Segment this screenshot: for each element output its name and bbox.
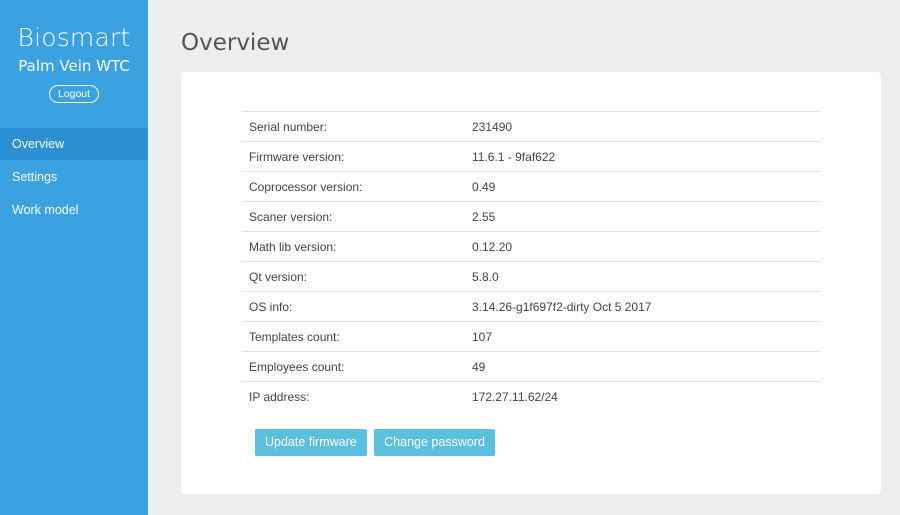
- row-value: 231490: [472, 111, 821, 142]
- table-row: Math lib version: 0.12.20: [242, 231, 821, 262]
- info-table: Serial number: 231490 Firmware version: 11…: [242, 111, 821, 411]
- row-label: Serial number:: [242, 111, 472, 142]
- row-value: 5.8.0: [472, 261, 821, 292]
- sidebar-item-work-model[interactable]: Work model: [0, 194, 148, 226]
- row-label: Math lib version:: [242, 231, 472, 262]
- brand-name: Biosmart: [17, 23, 131, 52]
- row-value: 172.27.11.62/24: [472, 381, 821, 411]
- table-row: Serial number: 231490: [242, 111, 821, 142]
- row-label: IP address:: [242, 381, 472, 411]
- page-title: Overview: [181, 30, 290, 56]
- row-value: 0.49: [472, 171, 821, 202]
- sidebar-nav: Overview Settings Work model: [0, 128, 148, 226]
- device-name: Palm Vein WTC: [18, 57, 130, 75]
- table-row: IP address: 172.27.11.62/24: [242, 381, 821, 411]
- update-firmware-button[interactable]: Update firmware: [255, 429, 367, 456]
- action-buttons: Update firmware Change password: [255, 429, 498, 456]
- sidebar-item-overview[interactable]: Overview: [0, 128, 148, 160]
- sidebar-item-settings[interactable]: Settings: [0, 161, 148, 193]
- table-row: Employees count: 49: [242, 351, 821, 382]
- row-label: Firmware version:: [242, 141, 472, 172]
- row-label: OS info:: [242, 291, 472, 322]
- row-label: Coprocessor version:: [242, 171, 472, 202]
- row-value: 0.12.20: [472, 231, 821, 262]
- row-value: 11.6.1 - 9faf622: [472, 141, 821, 172]
- overview-card: Serial number: 231490 Firmware version: 11…: [181, 72, 881, 494]
- row-value: 49: [472, 351, 821, 382]
- row-value: 107: [472, 321, 821, 352]
- row-label: Scaner version:: [242, 201, 472, 232]
- table-row: Scaner version: 2.55: [242, 201, 821, 232]
- change-password-button[interactable]: Change password: [374, 429, 495, 456]
- row-label: Qt version:: [242, 261, 472, 292]
- table-row: Firmware version: 11.6.1 - 9faf622: [242, 141, 821, 172]
- table-row: OS info: 3.14.26-g1f697f2-dirty Oct 5 201…: [242, 291, 821, 322]
- sidebar: Biosmart Palm Vein WTC Logout Overview S…: [0, 0, 148, 515]
- table-row: Qt version: 5.8.0: [242, 261, 821, 292]
- row-value: 2.55: [472, 201, 821, 232]
- table-row: Coprocessor version: 0.49: [242, 171, 821, 202]
- table-row: Templates count: 107: [242, 321, 821, 352]
- row-value: 3.14.26-g1f697f2-dirty Oct 5 2017: [472, 291, 821, 322]
- row-label: Templates count:: [242, 321, 472, 352]
- row-label: Employees count:: [242, 351, 472, 382]
- logout-button[interactable]: Logout: [48, 85, 100, 103]
